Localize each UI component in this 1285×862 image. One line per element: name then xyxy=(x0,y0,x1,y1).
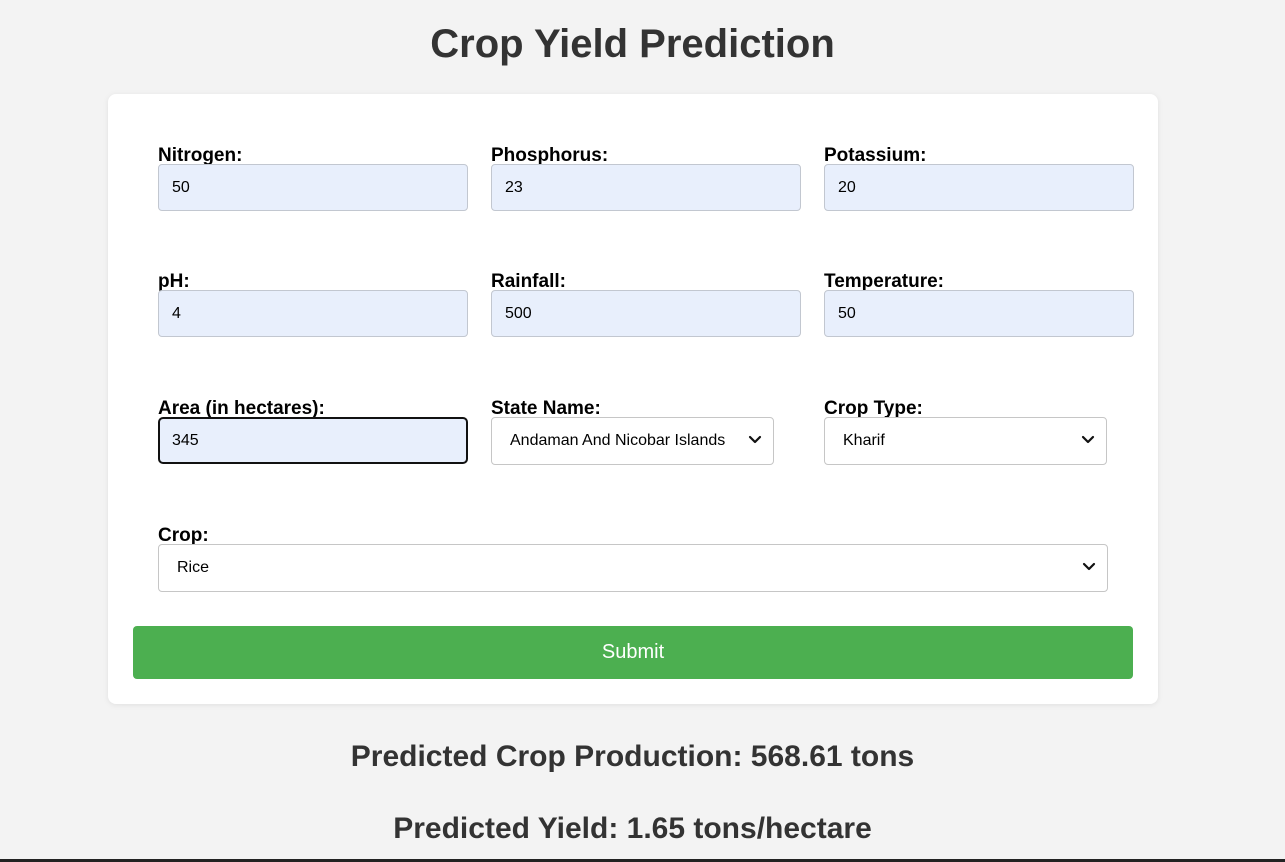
crop-select[interactable]: Rice xyxy=(158,544,1108,592)
crop-type-select[interactable]: Kharif xyxy=(824,417,1107,465)
page-title: Crop Yield Prediction xyxy=(430,22,835,66)
area-input[interactable] xyxy=(158,417,468,464)
ph-input[interactable] xyxy=(158,290,468,337)
crop-type-selected-value: Kharif xyxy=(843,432,885,449)
rainfall-input[interactable] xyxy=(491,290,801,337)
predicted-yield: Predicted Yield: 1.65 tons/hectare xyxy=(393,812,872,845)
chevron-down-icon xyxy=(748,435,762,444)
chevron-down-icon xyxy=(1082,562,1096,571)
phosphorus-input[interactable] xyxy=(491,164,801,211)
submit-button[interactable]: Submit xyxy=(133,626,1133,679)
predicted-production: Predicted Crop Production: 568.61 tons xyxy=(350,740,915,773)
prediction-form: Nitrogen: Phosphorus: Potassium: pH: Rai… xyxy=(108,94,1158,704)
crop-selected-value: Rice xyxy=(177,559,210,576)
nitrogen-input[interactable] xyxy=(158,164,468,211)
potassium-input[interactable] xyxy=(824,164,1134,211)
state-select[interactable]: Andaman And Nicobar Islands xyxy=(491,417,774,465)
chevron-down-icon xyxy=(1081,435,1095,444)
temperature-input[interactable] xyxy=(824,290,1134,337)
state-selected-value: Andaman And Nicobar Islands xyxy=(510,432,726,449)
